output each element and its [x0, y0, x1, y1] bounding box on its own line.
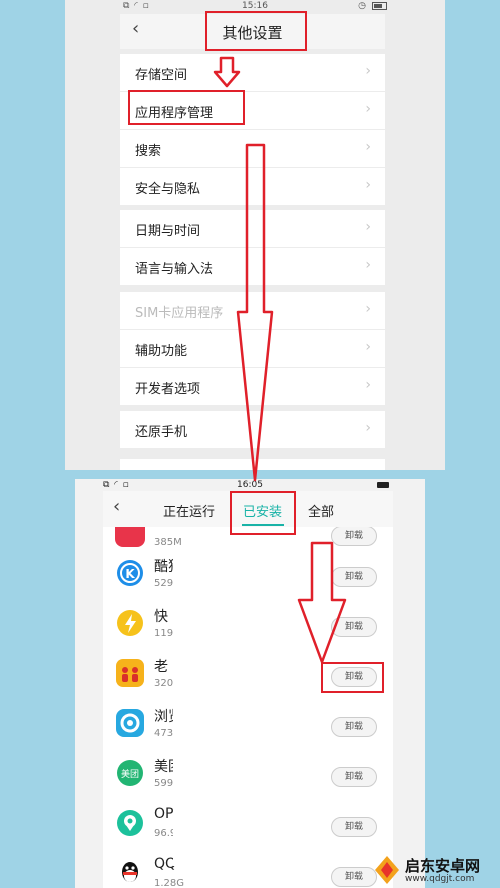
- watermark-logo-icon: [375, 856, 399, 884]
- uninstall-pointer-arrow-icon: [297, 541, 347, 664]
- long-down-arrow-icon: [236, 143, 274, 482]
- watermark-title: 启东安卓网: [405, 857, 481, 875]
- annotation-arrows: [213, 56, 347, 664]
- small-down-arrow-icon: [213, 56, 241, 88]
- watermark: 启东安卓网 www.qdgjt.com: [369, 852, 500, 888]
- watermark-url: www.qdgjt.com: [405, 874, 475, 884]
